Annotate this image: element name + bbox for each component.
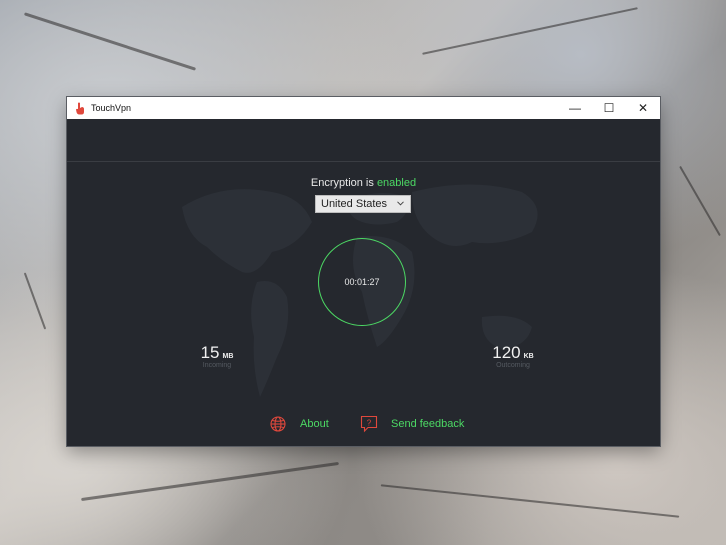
chevron-down-icon bbox=[397, 199, 404, 208]
incoming-stat: 15 MB Incoming bbox=[195, 343, 239, 369]
outgoing-value: 120 bbox=[492, 343, 521, 362]
incoming-value: 15 bbox=[200, 343, 220, 362]
send-feedback-link[interactable]: ? Send feedback bbox=[360, 415, 464, 433]
close-button[interactable]: ✕ bbox=[626, 97, 660, 119]
encryption-status: Encryption is enabled bbox=[67, 177, 660, 189]
connection-timer: 00:01:27 bbox=[344, 277, 380, 287]
country-dropdown[interactable]: United States bbox=[315, 195, 411, 213]
minimize-icon: — bbox=[569, 101, 581, 115]
connection-timer-button[interactable]: 00:01:27 bbox=[318, 238, 406, 326]
incoming-label: Incoming bbox=[202, 362, 232, 369]
outgoing-stat: 120 KB Outcoming bbox=[486, 343, 540, 369]
feedback-question-icon: ? bbox=[360, 415, 378, 433]
maximize-icon: ☐ bbox=[603, 101, 615, 115]
send-feedback-label: Send feedback bbox=[391, 418, 465, 430]
about-link[interactable]: About bbox=[269, 415, 329, 433]
top-band bbox=[67, 119, 660, 162]
app-hand-icon bbox=[73, 101, 87, 115]
title-bar[interactable]: TouchVpn — ☐ ✕ bbox=[67, 97, 660, 119]
encryption-status-state: enabled bbox=[376, 177, 417, 189]
outgoing-label: Outcoming bbox=[496, 362, 530, 369]
incoming-unit: MB bbox=[222, 353, 234, 360]
about-label: About bbox=[300, 418, 329, 430]
feedback-icon-glyph: ? bbox=[367, 419, 372, 428]
encryption-status-prefix: Encryption is bbox=[310, 177, 377, 189]
footer-links: About ? Send feedback bbox=[67, 415, 660, 435]
country-dropdown-value: United States bbox=[321, 198, 388, 210]
touchvpn-window: TouchVpn — ☐ ✕ Encryption is enabled Uni… bbox=[67, 97, 660, 446]
window-title: TouchVpn bbox=[91, 103, 132, 113]
close-icon: ✕ bbox=[637, 101, 649, 115]
minimize-button[interactable]: — bbox=[558, 97, 592, 119]
maximize-button[interactable]: ☐ bbox=[592, 97, 626, 119]
outgoing-unit: KB bbox=[523, 353, 534, 360]
globe-icon bbox=[269, 415, 287, 433]
